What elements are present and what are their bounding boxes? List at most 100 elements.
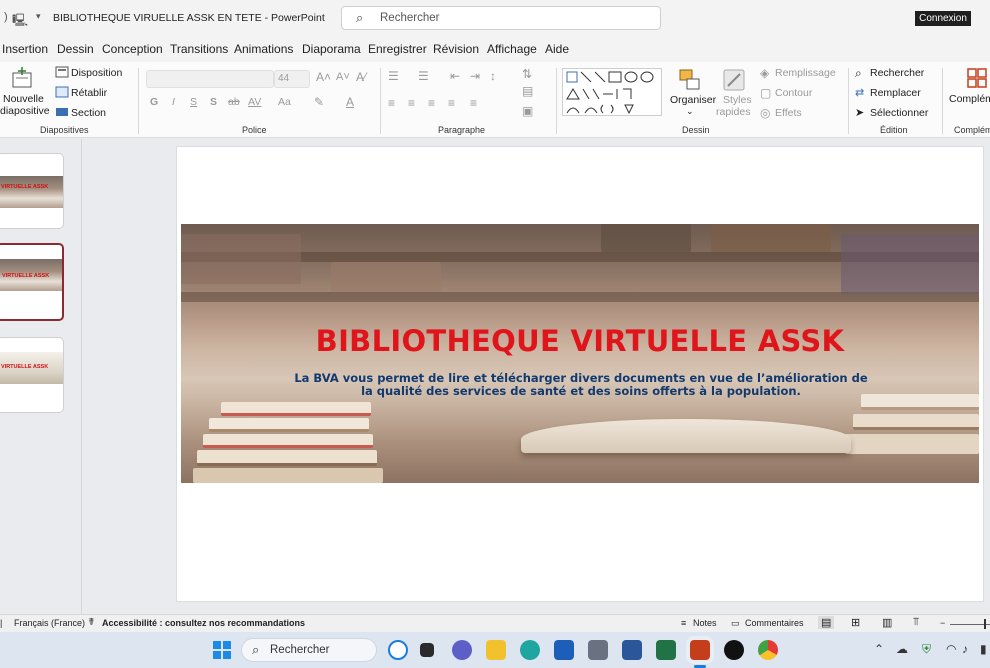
shadow-button[interactable]: S bbox=[210, 96, 217, 108]
reset-button[interactable]: Rétablir bbox=[71, 87, 107, 99]
tab-insertion[interactable]: Insertion bbox=[2, 42, 48, 56]
shapes-icon bbox=[566, 71, 654, 115]
tab-transitions[interactable]: Transitions bbox=[170, 42, 228, 56]
addins-button[interactable]: Complém bbox=[949, 93, 990, 105]
file-explorer-icon[interactable] bbox=[486, 640, 506, 660]
store-icon[interactable] bbox=[554, 640, 574, 660]
shape-fill-button[interactable]: Remplissage bbox=[775, 67, 836, 79]
blurred-books bbox=[711, 224, 831, 252]
underline-button[interactable]: S bbox=[190, 96, 197, 108]
signin-button[interactable]: Connexion bbox=[915, 11, 971, 26]
slide-thumbnail-1[interactable]: VIRTUELLE ASSK bbox=[0, 153, 64, 229]
notes-icon: ≡ bbox=[681, 618, 687, 628]
replace-button[interactable]: Remplacer bbox=[870, 87, 921, 99]
slideshow-icon[interactable]: ⫪ bbox=[913, 616, 919, 629]
tab-affichage[interactable]: Affichage bbox=[487, 42, 537, 56]
teams-icon[interactable] bbox=[452, 640, 472, 660]
battery-icon[interactable]: ▮ bbox=[980, 642, 987, 656]
tab-dessin[interactable]: Dessin bbox=[57, 42, 94, 56]
quick-styles-label-2[interactable]: rapides bbox=[716, 106, 750, 118]
taskbar-search[interactable]: ⌕ Rechercher bbox=[241, 638, 377, 662]
grow-font-icon[interactable]: A˄ bbox=[316, 70, 331, 84]
zoom-slider-thumb[interactable] bbox=[984, 619, 986, 629]
chrome-icon[interactable] bbox=[758, 640, 778, 660]
word-icon[interactable] bbox=[622, 640, 642, 660]
camera-icon[interactable] bbox=[588, 640, 608, 660]
wifi-icon[interactable]: ◠ bbox=[946, 642, 956, 656]
font-name-combo[interactable] bbox=[146, 70, 274, 88]
zoom-out-icon[interactable]: − bbox=[940, 618, 945, 628]
customize-toolbar-icon[interactable]: ▾ bbox=[36, 11, 41, 22]
quick-styles-icon bbox=[723, 69, 745, 91]
shrink-font-icon[interactable]: A˅ bbox=[336, 71, 350, 83]
italic-button[interactable]: I bbox=[172, 96, 175, 108]
slide-thumbnail-3[interactable]: VIRTUELLE ASSK bbox=[0, 337, 64, 413]
shapes-gallery[interactable] bbox=[562, 68, 662, 116]
font-size-combo[interactable]: 44 bbox=[274, 70, 310, 88]
shape-outline-button[interactable]: Contour bbox=[775, 87, 812, 99]
language-status[interactable]: Français (France) bbox=[14, 618, 85, 628]
columns-icon[interactable]: ≡ bbox=[470, 96, 477, 110]
slide-sorter-icon[interactable]: ⊞ bbox=[851, 616, 860, 629]
search-box[interactable]: ⌕ Rechercher bbox=[341, 6, 661, 30]
slide-thumbnail-2[interactable]: VIRTUELLE ASSK bbox=[0, 243, 64, 321]
slide-canvas[interactable]: BIBLIOTHEQUE VIRTUELLE ASSK La BVA vous … bbox=[176, 146, 984, 602]
clear-format-icon[interactable]: A⁄ bbox=[356, 70, 366, 84]
blurred-books bbox=[331, 262, 441, 292]
decrease-indent-icon[interactable]: ⇤ bbox=[450, 69, 460, 83]
taskbar-search-input[interactable]: Rechercher bbox=[270, 644, 329, 656]
task-view-icon[interactable] bbox=[420, 643, 434, 657]
slide-subtitle[interactable]: La BVA vous permet de lire et télécharge… bbox=[276, 372, 886, 398]
normal-view-icon[interactable]: ▤ bbox=[818, 616, 835, 629]
excel-icon[interactable] bbox=[656, 640, 676, 660]
powerpoint-icon[interactable] bbox=[690, 640, 710, 660]
font-color-icon[interactable]: A bbox=[346, 95, 354, 109]
quick-styles-label[interactable]: Styles bbox=[723, 94, 752, 106]
tiktok-icon[interactable] bbox=[724, 640, 744, 660]
notes-button[interactable]: Notes bbox=[693, 618, 717, 628]
search-input[interactable]: Rechercher bbox=[380, 12, 439, 24]
arrange-button[interactable]: Organiser bbox=[670, 94, 716, 106]
shape-effects-button[interactable]: Effets bbox=[775, 107, 802, 119]
char-spacing-button[interactable]: AV bbox=[248, 96, 261, 108]
tab-diaporama[interactable]: Diaporama bbox=[302, 42, 361, 56]
comments-button[interactable]: Commentaires bbox=[745, 618, 804, 628]
align-right-icon[interactable]: ≡ bbox=[428, 96, 435, 110]
highlight-icon[interactable]: ✎ bbox=[314, 95, 324, 109]
align-text-icon[interactable]: ▤ bbox=[522, 84, 533, 98]
tab-conception[interactable]: Conception bbox=[102, 42, 163, 56]
ribbon-divider bbox=[556, 68, 557, 134]
justify-icon[interactable]: ≡ bbox=[448, 96, 455, 110]
tab-aide[interactable]: Aide bbox=[545, 42, 569, 56]
strikethrough-button[interactable]: ab bbox=[228, 96, 240, 108]
find-button[interactable]: Rechercher bbox=[870, 67, 924, 79]
edge-icon[interactable] bbox=[520, 640, 540, 660]
layout-button[interactable]: Disposition bbox=[71, 67, 122, 79]
change-case-button[interactable]: Aa bbox=[278, 96, 291, 108]
accessibility-status[interactable]: Accessibilité : consultez nos recommanda… bbox=[102, 618, 305, 628]
presenter-icon[interactable]: 🖳 bbox=[12, 11, 28, 32]
windows-start-icon[interactable] bbox=[212, 640, 232, 660]
align-left-icon[interactable]: ≡ bbox=[388, 96, 395, 110]
bullets-icon[interactable]: ☰ bbox=[388, 69, 399, 83]
line-spacing-icon[interactable]: ↕ bbox=[490, 69, 496, 83]
select-button[interactable]: Sélectionner bbox=[870, 107, 928, 119]
tab-revision[interactable]: Révision bbox=[433, 42, 479, 56]
tab-enregistrer[interactable]: Enregistrer bbox=[368, 42, 427, 56]
slide-title[interactable]: BIBLIOTHEQUE VIRTUELLE ASSK bbox=[181, 324, 979, 358]
tab-animations[interactable]: Animations bbox=[234, 42, 293, 56]
volume-icon[interactable]: ♪ bbox=[962, 642, 968, 656]
autosave-icon[interactable]: ) bbox=[4, 11, 8, 23]
numbering-icon[interactable]: ☰ bbox=[418, 69, 429, 83]
copilot-icon[interactable] bbox=[388, 640, 408, 660]
increase-indent-icon[interactable]: ⇥ bbox=[470, 69, 480, 83]
text-direction-icon[interactable]: ⇅ bbox=[522, 67, 532, 81]
reading-view-icon[interactable]: ▥ bbox=[882, 616, 892, 629]
section-button[interactable]: Section bbox=[71, 107, 106, 119]
tray-chevron-icon[interactable]: ⌃ bbox=[874, 642, 884, 656]
bold-button[interactable]: G bbox=[150, 96, 158, 108]
smartart-icon[interactable]: ▣ bbox=[522, 104, 533, 118]
security-icon[interactable]: ⛨ bbox=[922, 642, 931, 657]
onedrive-icon[interactable]: ☁ bbox=[896, 642, 908, 656]
align-center-icon[interactable]: ≡ bbox=[408, 96, 415, 110]
